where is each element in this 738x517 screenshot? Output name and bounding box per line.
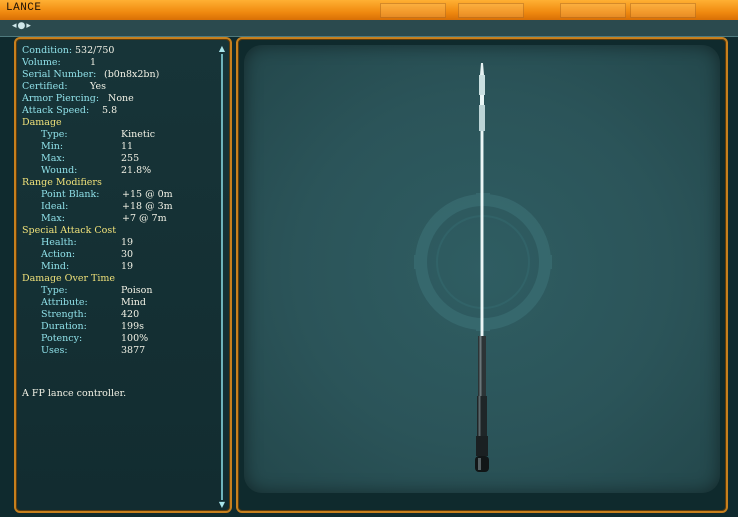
attribute-label: Mind: bbox=[41, 261, 70, 272]
scroll-track[interactable] bbox=[221, 54, 223, 500]
group-heading-label: Special Attack Cost bbox=[22, 225, 117, 236]
title-bar-decoration bbox=[458, 3, 524, 18]
attribute-value: 30 bbox=[121, 249, 134, 260]
attribute-value: 255 bbox=[121, 153, 140, 164]
attribute-label: Attribute: bbox=[41, 297, 88, 308]
attribute-group-heading: Special Attack Cost bbox=[22, 225, 216, 237]
item-description: A FP lance controller. bbox=[22, 388, 127, 399]
attribute-label: Action: bbox=[41, 249, 76, 260]
attribute-group-heading: Range Modifiers bbox=[22, 177, 216, 189]
attribute-label: Max: bbox=[41, 213, 65, 224]
group-heading-label: Damage bbox=[22, 117, 62, 128]
attribute-label: Potency: bbox=[41, 333, 83, 344]
attribute-label: Serial Number: bbox=[22, 69, 97, 80]
scroll-down-icon[interactable]: ▼ bbox=[217, 500, 227, 510]
group-heading-label: Range Modifiers bbox=[22, 177, 102, 188]
attribute-group-heading: Damage bbox=[22, 117, 216, 129]
attribute-value: 1 bbox=[90, 57, 97, 68]
lance-model-icon bbox=[414, 63, 552, 472]
nav-arrows-icon[interactable]: ◂●▸ bbox=[12, 21, 42, 35]
title-bar-decoration bbox=[560, 3, 626, 18]
attribute-row: Attack Speed: 5.8 bbox=[22, 105, 216, 117]
attributes-list: Condition: 532/750 Volume: 1 Serial Number:(… bbox=[22, 45, 216, 357]
attribute-label: Certified: bbox=[22, 81, 68, 92]
attribute-label: Wound: bbox=[41, 165, 78, 176]
attribute-row: Attribute: Mind bbox=[22, 297, 216, 309]
attribute-value: 21.8% bbox=[121, 165, 152, 176]
attribute-label: Strength: bbox=[41, 309, 87, 320]
attribute-label: Max: bbox=[41, 153, 65, 164]
attribute-row: Duration: 199s bbox=[22, 321, 216, 333]
attribute-row: Uses: 3877 bbox=[22, 345, 216, 357]
attribute-value: Yes bbox=[90, 81, 106, 92]
attribute-row: Type: Kinetic bbox=[22, 129, 216, 141]
attribute-value: 532/750 bbox=[75, 45, 115, 56]
attribute-label: Attack Speed: bbox=[22, 105, 90, 116]
scroll-up-icon[interactable]: ▲ bbox=[217, 44, 227, 54]
attribute-value: None bbox=[108, 93, 134, 104]
attribute-row: Action: 30 bbox=[22, 249, 216, 261]
group-heading-label: Damage Over Time bbox=[22, 273, 116, 284]
attribute-label: Type: bbox=[41, 285, 68, 296]
title-bar-decoration bbox=[630, 3, 696, 18]
attribute-value: +15 @ 0m bbox=[122, 189, 173, 200]
attribute-value: 100% bbox=[121, 333, 149, 344]
attributes-scrollbar[interactable]: ▲ ▼ bbox=[217, 44, 227, 510]
title-bar-decoration bbox=[380, 3, 446, 18]
attribute-value: 5.8 bbox=[102, 105, 118, 116]
attribute-value: Poison bbox=[121, 285, 153, 296]
attribute-row: Potency: 100% bbox=[22, 333, 216, 345]
attribute-row: Strength: 420 bbox=[22, 309, 216, 321]
attribute-row: Mind: 19 bbox=[22, 261, 216, 273]
attribute-label: Min: bbox=[41, 141, 64, 152]
attribute-label: Condition: bbox=[22, 45, 73, 56]
attribute-label: Ideal: bbox=[41, 201, 69, 212]
attribute-value: +18 @ 3m bbox=[122, 201, 173, 212]
attribute-value: 19 bbox=[121, 261, 134, 272]
attribute-row: Min: 11 bbox=[22, 141, 216, 153]
attribute-row: Wound: 21.8% bbox=[22, 165, 216, 177]
attribute-label: Health: bbox=[41, 237, 77, 248]
attribute-row: Health: 19 bbox=[22, 237, 216, 249]
attribute-value: Mind bbox=[121, 297, 146, 308]
attribute-value: 3877 bbox=[121, 345, 146, 356]
attribute-row: Max: 255 bbox=[22, 153, 216, 165]
attribute-label: Point Blank: bbox=[41, 189, 100, 200]
title-bar[interactable]: LANCE bbox=[0, 0, 738, 21]
attribute-row: Certified: Yes bbox=[22, 81, 216, 93]
attribute-label: Volume: bbox=[22, 57, 61, 68]
attribute-label: Type: bbox=[41, 129, 68, 140]
attribute-row: Condition: 532/750 bbox=[22, 45, 216, 57]
attribute-row: Serial Number: (b0n8x2bn) bbox=[22, 69, 216, 81]
attribute-label: Duration: bbox=[41, 321, 87, 332]
attribute-row: Max: +7 @ 7m bbox=[22, 213, 216, 225]
lance-shaft bbox=[475, 63, 489, 472]
attribute-group-heading: Damage Over Time bbox=[22, 273, 216, 285]
attribute-row: Armor Piercing: None bbox=[22, 93, 216, 105]
attribute-label: Armor Piercing: bbox=[22, 93, 100, 104]
attribute-row: Type: Poison bbox=[22, 285, 216, 297]
attribute-value: +7 @ 7m bbox=[122, 213, 167, 224]
attribute-value: (b0n8x2bn) bbox=[104, 69, 160, 80]
attribute-row: Ideal: +18 @ 3m bbox=[22, 201, 216, 213]
attribute-row: Point Blank: +15 @ 0m bbox=[22, 189, 216, 201]
attribute-value: 420 bbox=[121, 309, 140, 320]
attribute-row: Volume: 1 bbox=[22, 57, 216, 69]
toolbar-strip bbox=[0, 20, 738, 37]
attribute-value: 19 bbox=[121, 237, 134, 248]
attribute-label: Uses: bbox=[41, 345, 68, 356]
attribute-value: 199s bbox=[121, 321, 145, 332]
window-title: LANCE bbox=[6, 2, 42, 14]
attribute-value: 11 bbox=[121, 141, 134, 152]
attribute-value: Kinetic bbox=[121, 129, 156, 140]
